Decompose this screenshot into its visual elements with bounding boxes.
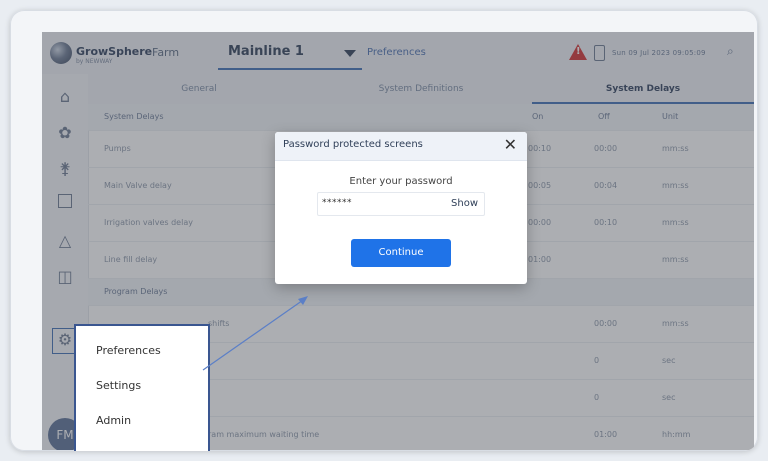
menu-item-admin[interactable]: Admin	[96, 414, 131, 427]
dialog-header: Password protected screens ✕	[275, 132, 527, 161]
menu-item-settings[interactable]: Settings	[96, 379, 141, 392]
password-value: ******	[322, 198, 352, 208]
continue-button[interactable]: Continue	[351, 239, 451, 267]
password-prompt: Enter your password	[349, 176, 453, 187]
password-input[interactable]: ****** Show	[317, 192, 485, 216]
close-icon[interactable]: ✕	[504, 135, 517, 154]
show-password-button[interactable]: Show	[451, 198, 478, 209]
dialog-title: Password protected screens	[283, 139, 423, 150]
menu-item-preferences[interactable]: Preferences	[96, 344, 161, 357]
settings-menu: Preferences Settings Admin	[74, 324, 210, 451]
password-dialog: Password protected screens ✕ Enter your …	[275, 132, 527, 284]
device-frame: GrowSphere by NEWWAY Farm Mainline 1 Pre…	[10, 10, 758, 451]
